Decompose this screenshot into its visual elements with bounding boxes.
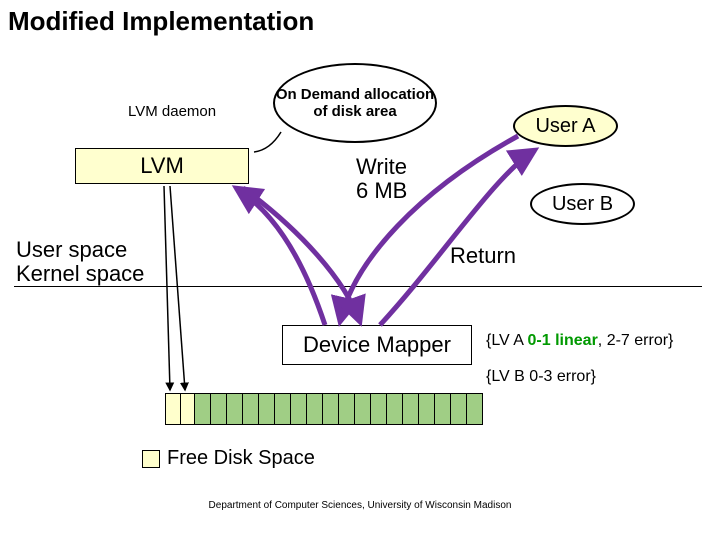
disk-block-green — [354, 394, 370, 424]
lv-a-prefix: {LV A — [486, 332, 528, 349]
disk-block-green — [226, 394, 242, 424]
lvm-box: LVM — [75, 148, 249, 184]
lv-a-config: {LV A 0-1 linear, 2-7 error} — [486, 332, 673, 350]
disk-block-green — [370, 394, 386, 424]
user-b-ellipse: User B — [530, 183, 635, 225]
disk-block-yellow — [166, 394, 180, 424]
lv-a-suffix: , 2-7 error} — [598, 332, 674, 349]
kernel-space-label: Kernel space — [16, 262, 144, 286]
disk-block-green — [194, 394, 210, 424]
footer: Department of Computer Sciences, Univers… — [200, 500, 520, 511]
disk-block-green — [402, 394, 418, 424]
legend: Free Disk Space — [142, 447, 315, 470]
disk-blocks — [165, 393, 483, 425]
disk-block-green — [274, 394, 290, 424]
disk-block-green — [386, 394, 402, 424]
legend-label: Free Disk Space — [167, 447, 315, 470]
lv-a-linear: 0-1 linear — [528, 332, 598, 349]
disk-block-green — [434, 394, 450, 424]
disk-block-green — [290, 394, 306, 424]
on-demand-callout: On Demand allocation of disk area — [273, 63, 437, 143]
space-divider — [14, 286, 702, 287]
slide-title: Modified Implementation — [8, 6, 314, 37]
disk-block-green — [466, 394, 482, 424]
disk-block-green — [338, 394, 354, 424]
disk-block-green — [242, 394, 258, 424]
return-label: Return — [450, 243, 516, 269]
disk-block-green — [258, 394, 274, 424]
legend-swatch — [142, 450, 160, 468]
disk-block-green — [450, 394, 466, 424]
disk-block-green — [322, 394, 338, 424]
write-label: Write 6 MB — [356, 155, 407, 203]
disk-block-green — [418, 394, 434, 424]
lvm-daemon-label: LVM daemon — [128, 103, 216, 120]
disk-block-yellow — [180, 394, 194, 424]
user-space-label: User space — [16, 238, 127, 262]
user-a-ellipse: User A — [513, 105, 618, 147]
lv-b-config: {LV B 0-3 error} — [486, 368, 596, 386]
disk-block-green — [210, 394, 226, 424]
disk-block-green — [306, 394, 322, 424]
device-mapper-box: Device Mapper — [282, 325, 472, 365]
